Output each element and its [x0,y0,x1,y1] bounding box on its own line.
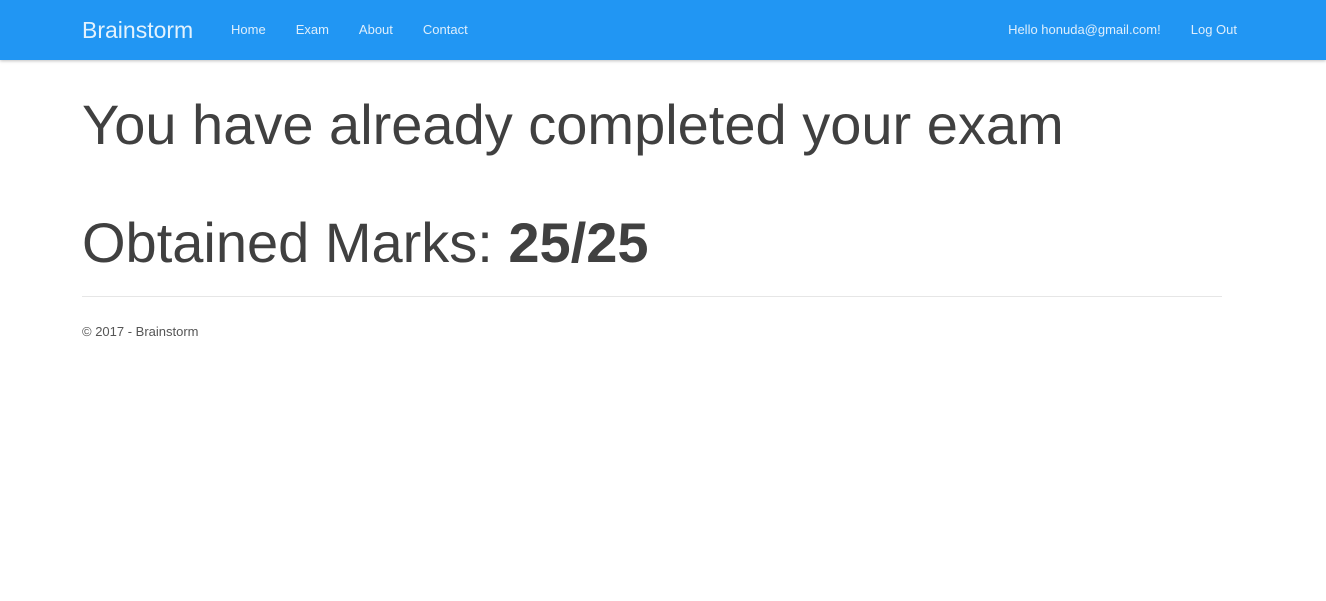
nav-item-user: Hello honuda@gmail.com! [993,0,1176,60]
footer-divider [82,296,1222,297]
nav-item-contact: Contact [408,0,483,60]
nav-item-about: About [344,0,408,60]
logout-link[interactable]: Log Out [1176,0,1252,60]
nav-link-contact[interactable]: Contact [408,0,483,60]
nav-link-exam[interactable]: Exam [281,0,344,60]
nav-link-about[interactable]: About [344,0,408,60]
nav-item-home: Home [216,0,281,60]
nav-item-logout: Log Out [1176,0,1252,60]
page-title: You have already completed your exam [82,93,1064,156]
copyright-text: © 2017 - Brainstorm [82,324,199,339]
obtained-marks-label: Obtained Marks: [82,211,493,274]
main-content: You have already completed your exam Obt… [82,60,1222,340]
top-navbar: Brainstorm Home Exam About Contact Hello… [0,0,1326,60]
nav-link-home[interactable]: Home [216,0,281,60]
obtained-marks-heading: Obtained Marks: 25/25 [82,156,1222,274]
obtained-marks-value: 25/25 [508,211,649,274]
account-nav: Hello honuda@gmail.com! Log Out [993,0,1252,60]
brand-link[interactable]: Brainstorm [82,16,193,44]
nav-item-exam: Exam [281,0,344,60]
user-greeting-link[interactable]: Hello honuda@gmail.com! [993,0,1176,60]
page-footer: © 2017 - Brainstorm [82,324,1222,340]
main-nav: Home Exam About Contact [216,0,483,60]
